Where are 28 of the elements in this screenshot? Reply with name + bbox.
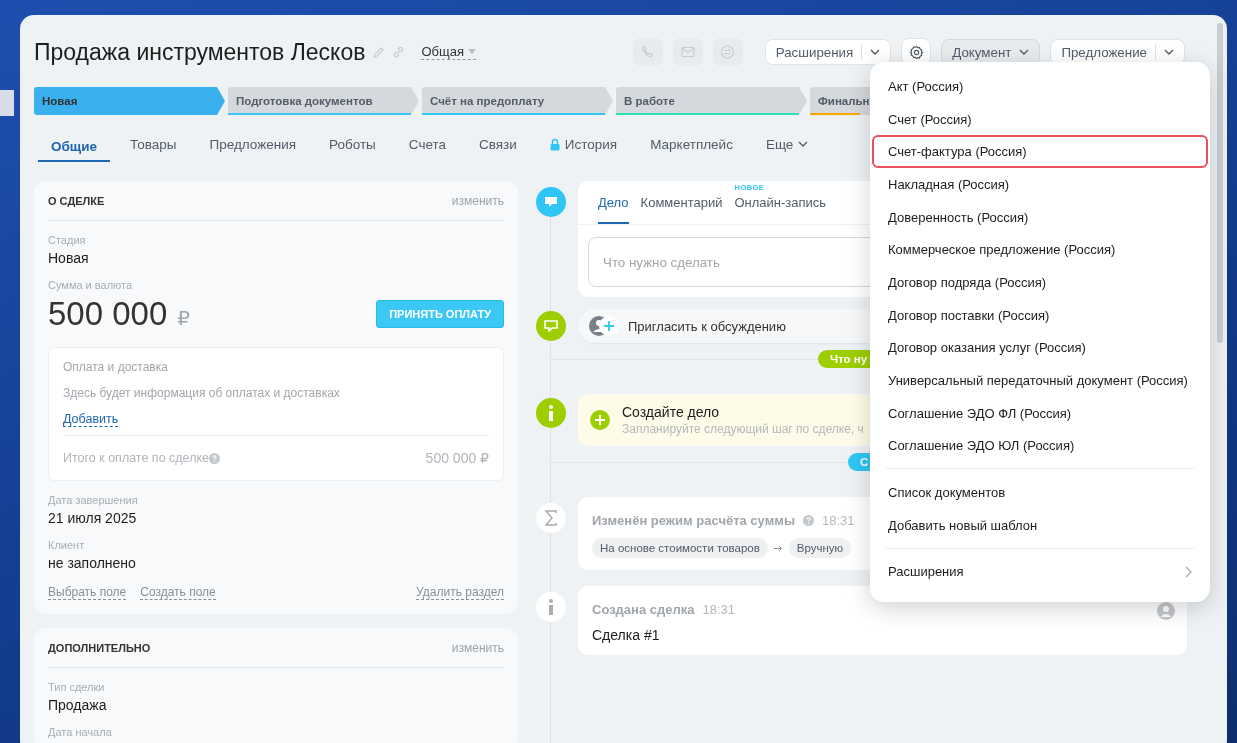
amount-value: 500 000 — [48, 295, 168, 333]
panel-text: Здесь будет информация об оплатах и доставках — [63, 386, 341, 400]
field-label: Дата завершения — [48, 494, 139, 506]
field-label: Сумма и валюта — [48, 279, 134, 291]
card-title: О СДЕЛКЕ — [48, 194, 105, 207]
field-label: Тип сделки — [48, 681, 106, 693]
value-chip: На основе стоимости товаров — [592, 538, 768, 558]
task-hint: Запланируйте следующий шаг по сделке, ч — [622, 422, 864, 436]
field-label: Дата начала — [48, 726, 113, 738]
deal-title: Продажа инструментов Лесков — [34, 38, 366, 66]
task-title: Создайте дело — [622, 404, 721, 420]
total-label: Итого к оплате по сделке — [63, 451, 209, 465]
event-time: 18:31 — [702, 602, 736, 617]
event-title: Изменён режим расчёта суммы — [592, 513, 795, 528]
value-chip: Вручную — [788, 538, 852, 558]
panel-title: Оплата и доставка — [63, 360, 169, 374]
event-text: Сделка #1 — [592, 627, 661, 643]
currency-sign: ₽ — [177, 306, 191, 330]
event-title: Создана сделка — [592, 602, 695, 617]
event-time: 18:31 — [822, 513, 855, 528]
field-value: 21 июля 2025 — [48, 510, 138, 526]
field-value: Новая — [48, 250, 90, 266]
field-value: не заполнено — [48, 555, 137, 571]
field-label: Стадия — [48, 234, 87, 246]
total-value: 500 000 ₽ — [425, 450, 489, 466]
card-title: ДОПОЛНИТЕЛЬНО — [48, 641, 151, 654]
field-value: Продажа — [48, 697, 108, 713]
field-label: Клиент — [48, 539, 86, 551]
